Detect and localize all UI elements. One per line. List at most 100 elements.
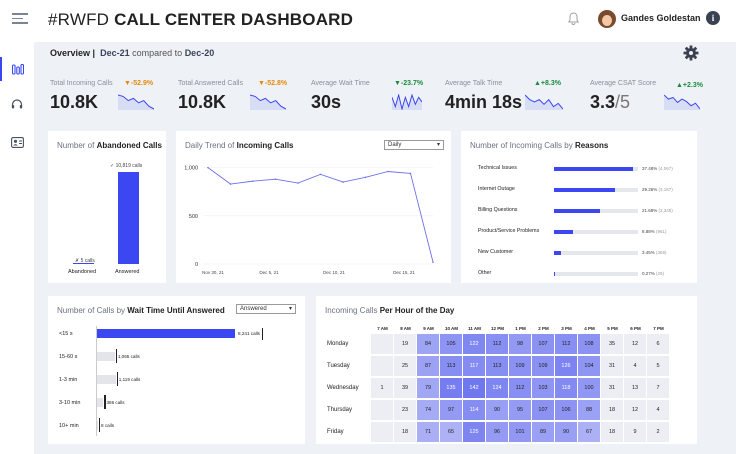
heatmap-cell[interactable]: 31 [601,378,624,399]
heatmap-cell[interactable]: 112 [486,334,509,355]
status-select[interactable]: Answered [236,304,296,314]
reason-bar[interactable] [554,208,600,213]
heatmap-cell[interactable]: 18 [601,400,624,421]
heatmap-cell[interactable] [371,400,394,421]
heatmap-cell[interactable]: 109 [509,356,532,377]
heatmap-cell[interactable] [371,334,394,355]
heatmap-cell[interactable]: 98 [509,334,532,355]
heatmap-cell[interactable]: 6 [647,334,670,355]
heatmap-cell[interactable]: 90 [555,422,578,443]
heatmap-cell[interactable]: 96 [486,422,509,443]
heatmap-cell[interactable]: 9 [624,422,647,443]
heatmap-cell[interactable]: 19 [394,334,417,355]
heatmap-cell[interactable]: 71 [417,422,440,443]
trend-point[interactable] [409,172,412,175]
heatmap-cell[interactable]: 103 [532,378,555,399]
heatmap-cell[interactable]: 23 [394,400,417,421]
heatmap-cell[interactable]: 100 [578,378,601,399]
heatmap-cell[interactable]: 4 [647,400,670,421]
heatmap-cell[interactable]: 74 [417,400,440,421]
heatmap-cell[interactable]: 109 [532,356,555,377]
reason-bar[interactable] [554,271,555,276]
heatmap-cell[interactable]: 2 [647,422,670,443]
heatmap-cell[interactable]: 106 [555,400,578,421]
heatmap-cell[interactable]: 4 [624,356,647,377]
heatmap-cell[interactable]: 90 [486,400,509,421]
heatmap-cell[interactable]: 18 [601,422,624,443]
heatmap-cell[interactable]: 118 [555,378,578,399]
reason-bar[interactable] [554,250,562,255]
answered-bar[interactable] [118,172,139,264]
heatmap-cell[interactable]: 1 [371,378,394,399]
wait-time-bar[interactable] [97,421,98,430]
heatmap-cell[interactable]: 112 [509,378,532,399]
heatmap-cell[interactable] [371,422,394,443]
heatmap-cell[interactable]: 39 [394,378,417,399]
heatmap-cell[interactable]: 117 [463,356,486,377]
trend-line [207,167,434,263]
heatmap-cell[interactable]: 101 [509,422,532,443]
reason-bar[interactable] [554,229,573,234]
bell-icon[interactable] [567,12,580,30]
heatmap-cell[interactable]: 114 [463,400,486,421]
heatmap-cell[interactable]: 105 [440,334,463,355]
trend-point[interactable] [297,182,299,184]
heatmap-cell[interactable]: 5 [647,356,670,377]
heatmap-cell[interactable]: 124 [486,378,509,399]
trend-point[interactable] [274,178,277,180]
avatar[interactable] [598,10,616,28]
heatmap-cell[interactable]: 18 [394,422,417,443]
headset-icon[interactable] [0,92,34,116]
heatmap-cell[interactable]: 87 [417,356,440,377]
user-name[interactable]: Gandes Goldestan [621,13,701,23]
reason-bar[interactable] [554,187,616,192]
trend-point[interactable] [432,261,434,263]
trend-point[interactable] [252,180,254,182]
heatmap-cell[interactable]: 84 [417,334,440,355]
heatmap-cell[interactable]: 65 [440,422,463,443]
heatmap-cell[interactable]: 107 [532,334,555,355]
heatmap-cell[interactable]: 135 [440,378,463,399]
heatmap-cell[interactable]: 108 [578,334,601,355]
heatmap-cell[interactable]: 107 [532,400,555,421]
wait-time-bar[interactable] [97,398,104,407]
reason-bar[interactable] [554,166,633,171]
heatmap-cell[interactable] [371,356,394,377]
heatmap-cell[interactable]: 12 [624,334,647,355]
heatmap-cell[interactable]: 113 [440,356,463,377]
trend-point[interactable] [364,176,367,179]
heatmap-cell[interactable]: 142 [463,378,486,399]
heatmap-cell[interactable]: 104 [578,356,601,377]
trend-point[interactable] [229,183,232,185]
heatmap-cell[interactable]: 35 [601,334,624,355]
heatmap-cell[interactable]: 67 [578,422,601,443]
heatmap-cell[interactable]: 97 [440,400,463,421]
kpi-change: ▼-52.8% [258,80,288,87]
heatmap-cell[interactable]: 13 [624,378,647,399]
heatmap-cell[interactable]: 12 [624,400,647,421]
trend-point[interactable] [387,170,389,173]
heatmap-cell[interactable]: 25 [394,356,417,377]
dashboard-nav-icon[interactable] [0,57,34,81]
heatmap-cell[interactable]: 112 [555,334,578,355]
trend-point[interactable] [319,173,322,176]
heatmap-cell[interactable]: 125 [463,422,486,443]
heatmap-cell[interactable]: 31 [601,356,624,377]
heatmap-cell[interactable]: 79 [417,378,440,399]
trend-point[interactable] [342,181,344,183]
heatmap-cell[interactable]: 122 [463,334,486,355]
agent-card-icon[interactable] [0,130,34,154]
menu-icon[interactable] [12,13,28,27]
heatmap-cell[interactable]: 7 [647,378,670,399]
heatmap-cell[interactable]: 113 [486,356,509,377]
heatmap-cell[interactable]: 88 [578,400,601,421]
info-icon[interactable]: i [706,11,720,25]
wait-time-bar[interactable] [97,329,235,338]
heatmap-cell[interactable]: 126 [555,356,578,377]
heatmap-cell[interactable]: 89 [532,422,555,443]
gear-icon[interactable] [683,45,699,66]
wait-time-bar[interactable] [97,352,115,361]
wait-time-bar[interactable] [97,375,116,384]
trend-point[interactable] [207,166,209,169]
heatmap-cell[interactable]: 95 [509,400,532,421]
